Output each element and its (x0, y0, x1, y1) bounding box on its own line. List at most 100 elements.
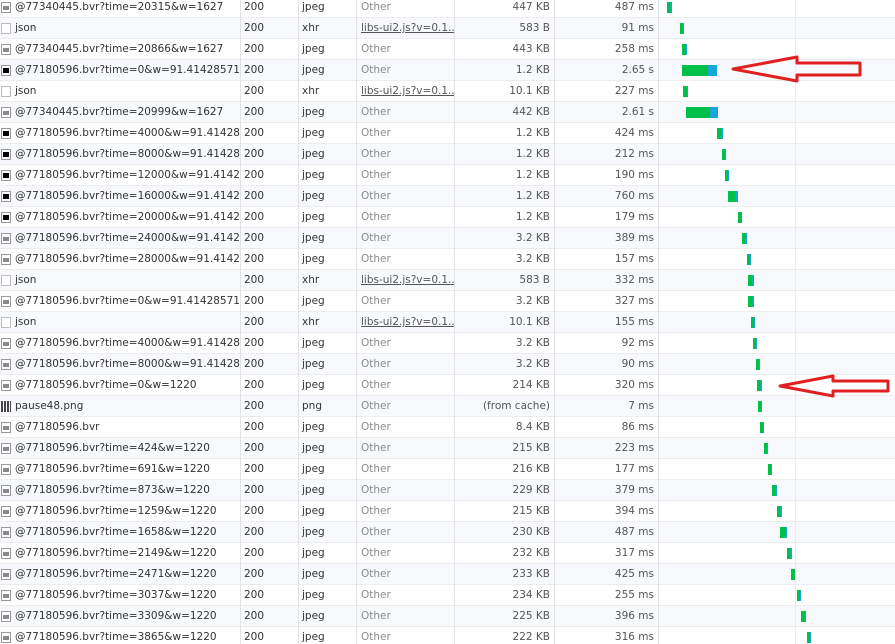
size-cell: 8.4 KB (515, 421, 550, 433)
waterfall-bar[interactable] (767, 464, 772, 475)
waterfall-bar[interactable] (776, 506, 783, 517)
waterfall-bar[interactable] (686, 107, 719, 118)
request-name-cell[interactable]: json (0, 18, 240, 39)
request-name-cell[interactable]: @77180596.bvr?time=4000&w=91.4142857... (0, 123, 240, 144)
status-cell: 200 (244, 232, 265, 244)
table-row[interactable]: @77180596.bvr?time=691&w=1220 200 jpeg Othe… (0, 459, 895, 480)
request-name-cell[interactable]: @77180596.bvr?time=1259&w=1220 (0, 501, 240, 522)
waterfall-bar[interactable] (728, 191, 738, 202)
waterfall-bar[interactable] (796, 590, 802, 601)
initiator-cell[interactable]: libs-ui2.js?v=0.1... (356, 312, 454, 333)
table-row[interactable]: @77180596.bvr?time=424&w=1220 200 jpeg Othe… (0, 438, 895, 459)
request-name-cell[interactable]: @77180596.bvr?time=3309&w=1220 (0, 606, 240, 627)
request-name-cell[interactable]: @77180596.bvr?time=424&w=1220 (0, 438, 240, 459)
request-name-cell[interactable]: pause48.png (0, 396, 240, 417)
request-name-cell[interactable]: @77340445.bvr?time=20866&w=1627 (0, 39, 240, 60)
request-name-cell[interactable]: @77180596.bvr?time=8000&w=91.4142857... (0, 354, 240, 375)
waterfall-bar[interactable] (756, 359, 761, 370)
waterfall-bar[interactable] (748, 275, 755, 286)
waterfall-bar[interactable] (780, 527, 787, 538)
initiator-cell[interactable]: libs-ui2.js?v=0.1... (356, 270, 454, 291)
table-row[interactable]: @77180596.bvr?time=3309&w=1220 200 jpeg Oth… (0, 606, 895, 627)
request-name-cell[interactable]: json (0, 312, 240, 333)
table-row[interactable]: @77340445.bvr?time=20999&w=1627 200 jpeg Ot… (0, 102, 895, 123)
table-row[interactable]: json 200 xhr libs-ui2.js?v=0.1... 10.1 KB 155… (0, 312, 895, 333)
table-row[interactable]: json 200 xhr libs-ui2.js?v=0.1... 583 B 332 m… (0, 270, 895, 291)
waterfall-bar[interactable] (725, 170, 730, 181)
request-name-cell[interactable]: @77340445.bvr?time=20999&w=1627 (0, 102, 240, 123)
request-name-cell[interactable]: @77180596.bvr?time=16000&w=91.414285... (0, 186, 240, 207)
waterfall-bar[interactable] (746, 254, 751, 265)
request-name-cell[interactable]: @77180596.bvr?time=8000&w=91.4142857... (0, 144, 240, 165)
request-name-cell[interactable]: @77180596.bvr?time=691&w=1220 (0, 459, 240, 480)
waterfall-bar[interactable] (771, 485, 778, 496)
table-row[interactable]: @77180596.bvr?time=12000&w=91.414285... 2… (0, 165, 895, 186)
table-row[interactable]: json 200 xhr libs-ui2.js?v=0.1... 10.1 KB 227… (0, 81, 895, 102)
waterfall-bar[interactable] (753, 338, 758, 349)
waterfall-bar[interactable] (763, 443, 768, 454)
table-row[interactable]: pause48.png 200 png Other (from cache) 7 ms (0, 396, 895, 417)
request-name-cell[interactable]: @77180596.bvr?time=24000&w=91.414285... (0, 228, 240, 249)
waterfall-bar[interactable] (682, 65, 718, 76)
table-row[interactable]: @77180596.bvr?time=20000&w=91.414285... 2… (0, 207, 895, 228)
table-row[interactable]: @77180596.bvr?time=0&w=91.4142857142... 2… (0, 291, 895, 312)
request-name-cell[interactable]: json (0, 270, 240, 291)
waterfall-bar[interactable] (757, 380, 763, 391)
initiator-cell[interactable]: libs-ui2.js?v=0.1... (356, 81, 454, 102)
request-name: @77180596.bvr?time=4000&w=91.4142857... (15, 337, 240, 349)
request-name-cell[interactable]: @77180596.bvr?time=0&w=91.4142857142... (0, 291, 240, 312)
request-name-cell[interactable]: @77180596.bvr?time=1658&w=1220 (0, 522, 240, 543)
waterfall-bar[interactable] (683, 86, 689, 97)
initiator-cell[interactable]: libs-ui2.js?v=0.1... (356, 18, 454, 39)
request-name-cell[interactable]: @77180596.bvr (0, 417, 240, 438)
waterfall-bar[interactable] (722, 149, 727, 160)
table-row[interactable]: @77180596.bvr?time=1259&w=1220 200 jpeg Oth… (0, 501, 895, 522)
waterfall-bar[interactable] (760, 422, 765, 433)
request-name-cell[interactable]: @77180596.bvr?time=2149&w=1220 (0, 543, 240, 564)
table-row[interactable]: @77180596.bvr?time=8000&w=91.4142857... 2… (0, 354, 895, 375)
waterfall-bar[interactable] (748, 296, 755, 307)
waterfall-bar[interactable] (666, 2, 672, 13)
table-row[interactable]: @77180596.bvr?time=24000&w=91.414285... 2… (0, 228, 895, 249)
waterfall-bar[interactable] (787, 548, 792, 559)
request-name-cell[interactable]: @77180596.bvr?time=4000&w=91.4142857... (0, 333, 240, 354)
request-name-cell[interactable]: @77180596.bvr?time=20000&w=91.414285... (0, 207, 240, 228)
request-name-cell[interactable]: @77180596.bvr?time=3037&w=1220 (0, 585, 240, 606)
waterfall-bar[interactable] (741, 233, 748, 244)
waterfall-bar[interactable] (717, 128, 724, 139)
waterfall-bar[interactable] (682, 44, 688, 55)
waterfall-bar[interactable] (751, 317, 756, 328)
table-row[interactable]: @77180596.bvr?time=3865&w=1220 200 jpeg Oth… (0, 627, 895, 644)
table-row[interactable]: @77180596.bvr?time=16000&w=91.414285... 2… (0, 186, 895, 207)
waterfall-bar[interactable] (758, 401, 763, 412)
request-name-cell[interactable]: @77180596.bvr?time=12000&w=91.414285... (0, 165, 240, 186)
table-row[interactable]: @77340445.bvr?time=20315&w=1627 200 jpeg Ot… (0, 0, 895, 18)
request-name-cell[interactable]: @77180596.bvr?time=0&w=1220 (0, 375, 240, 396)
request-name-cell[interactable]: @77180596.bvr?time=28000&w=91.414285... (0, 249, 240, 270)
request-name-cell[interactable]: @77340445.bvr?time=20315&w=1627 (0, 0, 240, 18)
table-row[interactable]: @77180596.bvr?time=4000&w=91.4142857... 2… (0, 123, 895, 144)
table-row[interactable]: @77180596.bvr 200 jpeg Other 8.4 KB 86 ms (0, 417, 895, 438)
request-name-cell[interactable]: json (0, 81, 240, 102)
table-row[interactable]: @77180596.bvr?time=2149&w=1220 200 jpeg Oth… (0, 543, 895, 564)
table-row[interactable]: @77180596.bvr?time=1658&w=1220 200 jpeg Oth… (0, 522, 895, 543)
table-row[interactable]: @77180596.bvr?time=28000&w=91.414285... 2… (0, 249, 895, 270)
request-name-cell[interactable]: @77180596.bvr?time=2471&w=1220 (0, 564, 240, 585)
table-row[interactable]: @77340445.bvr?time=20866&w=1627 200 jpeg Ot… (0, 39, 895, 60)
request-name-cell[interactable]: @77180596.bvr?time=0&w=91.4142857142... (0, 60, 240, 81)
waterfall-bar[interactable] (737, 212, 742, 223)
table-row[interactable]: @77180596.bvr?time=0&w=91.4142857142... 2… (0, 60, 895, 81)
table-row[interactable]: @77180596.bvr?time=873&w=1220 200 jpeg Othe… (0, 480, 895, 501)
request-name-cell[interactable]: @77180596.bvr?time=3865&w=1220 (0, 627, 240, 644)
table-row[interactable]: json 200 xhr libs-ui2.js?v=0.1... 583 B 91 ms (0, 18, 895, 39)
status-cell: 200 (244, 295, 265, 307)
request-name-cell[interactable]: @77180596.bvr?time=873&w=1220 (0, 480, 240, 501)
table-row[interactable]: @77180596.bvr?time=8000&w=91.4142857... 2… (0, 144, 895, 165)
table-row[interactable]: @77180596.bvr?time=3037&w=1220 200 jpeg Oth… (0, 585, 895, 606)
waterfall-bar[interactable] (679, 23, 684, 34)
waterfall-bar[interactable] (800, 611, 807, 622)
table-row[interactable]: @77180596.bvr?time=4000&w=91.4142857... 2… (0, 333, 895, 354)
table-row[interactable]: @77180596.bvr?time=2471&w=1220 200 jpeg Oth… (0, 564, 895, 585)
waterfall-bar[interactable] (806, 632, 812, 643)
table-row[interactable]: @77180596.bvr?time=0&w=1220 200 jpeg Other 2… (0, 375, 895, 396)
